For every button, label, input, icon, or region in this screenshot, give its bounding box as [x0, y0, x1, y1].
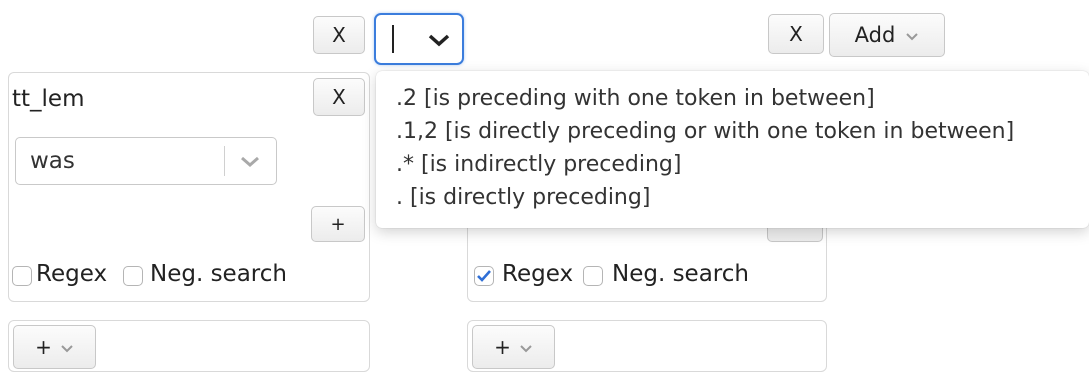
right-regex-checkbox[interactable]	[474, 266, 494, 286]
right-add-term-button[interactable]: +	[472, 325, 555, 369]
chevron-down-icon	[905, 23, 919, 47]
relation-option[interactable]: . [is directly preceding]	[396, 185, 650, 210]
token-key-label: tt_lem	[12, 86, 85, 112]
add-button-label: Add	[854, 23, 896, 47]
chevron-down-icon	[519, 335, 533, 359]
chevron-down-icon	[426, 29, 452, 55]
right-neg-search-label: Neg. search	[612, 261, 749, 287]
right-regex-label: Regex	[502, 261, 574, 287]
select-divider	[224, 146, 225, 176]
relation-select[interactable]	[374, 13, 464, 65]
token-value-select[interactable]: was	[15, 137, 277, 185]
neg-search-checkbox[interactable]	[123, 266, 143, 286]
token-value-text: was	[30, 148, 75, 174]
relation-option[interactable]: .* [is indirectly preceding]	[396, 152, 681, 177]
chevron-down-icon	[60, 335, 74, 359]
plus-label: +	[35, 335, 52, 359]
relation-dropdown-menu: .2 [is preceding with one token in betwe…	[376, 71, 1089, 228]
checkmark-icon	[477, 270, 491, 282]
text-cursor	[392, 25, 394, 53]
relation-option[interactable]: .1,2 [is directly preceding or with one …	[396, 119, 1014, 144]
chevron-down-icon	[238, 150, 262, 176]
regex-checkbox[interactable]	[12, 266, 32, 286]
token-remove-button[interactable]: X	[313, 78, 365, 116]
token-add-button[interactable]: +	[311, 206, 365, 242]
regex-label: Regex	[36, 261, 108, 287]
add-button[interactable]: Add	[829, 13, 945, 57]
right-remove-button[interactable]: X	[768, 14, 824, 54]
neg-search-label: Neg. search	[150, 261, 287, 287]
plus-label: +	[494, 335, 511, 359]
relation-option[interactable]: .2 [is preceding with one token in betwe…	[396, 86, 875, 111]
right-neg-search-checkbox[interactable]	[583, 266, 603, 286]
left-add-term-button[interactable]: +	[13, 325, 96, 369]
left-remove-button[interactable]: X	[313, 16, 365, 54]
